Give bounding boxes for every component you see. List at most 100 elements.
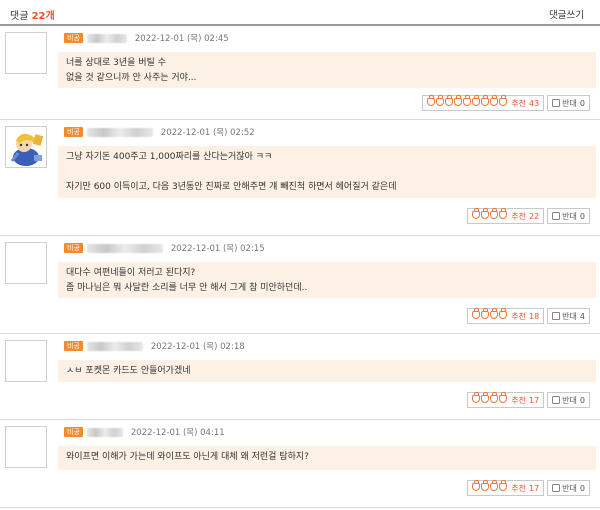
thumbs-down-icon bbox=[552, 396, 561, 404]
oppose-button[interactable]: 반대 0 bbox=[547, 95, 590, 111]
recommend-icon bbox=[481, 392, 490, 403]
oppose-count: 0 bbox=[579, 483, 585, 493]
recommend-icons bbox=[472, 392, 508, 405]
avatar[interactable] bbox=[5, 426, 47, 468]
oppose-label: 반대 bbox=[562, 311, 577, 321]
recommend-icons bbox=[472, 308, 508, 321]
recommend-icon bbox=[499, 392, 508, 403]
recommend-count: 43 bbox=[528, 98, 540, 108]
recommend-icon bbox=[472, 480, 481, 491]
comment-meta: 비공 2022-12-01 (목) 02:52 bbox=[64, 126, 255, 138]
comment-item: 비공 2022-12-01 (목) 02:15 대다수 여편네들이 저러고 된다지… bbox=[0, 236, 600, 334]
blurred-username[interactable] bbox=[86, 127, 153, 137]
comments-header: 댓글 22개 댓글쓰기 bbox=[0, 0, 600, 26]
recommend-icon bbox=[472, 392, 481, 403]
recommend-button[interactable]: 추천 17 bbox=[467, 392, 545, 408]
level-badge: 비공 bbox=[64, 427, 83, 437]
oppose-button[interactable]: 반대 0 bbox=[547, 392, 590, 408]
comment-body: 대다수 여편네들이 저러고 된다지? 좀 마나님은 뭐 사달란 소리를 너무 안… bbox=[58, 262, 596, 298]
comment-meta: 비공 2022-12-01 (목) 04:11 bbox=[64, 426, 225, 438]
write-comment-button[interactable]: 댓글쓰기 bbox=[549, 7, 584, 21]
comment-body: 너를 상대로 3년을 버틸 수 없을 것 같으니까 안 사주는 거야... bbox=[58, 52, 596, 88]
recommend-label: 추천 bbox=[511, 483, 526, 493]
recommend-label: 추천 bbox=[511, 211, 526, 221]
recommend-count: 17 bbox=[528, 483, 540, 493]
comment-meta: 비공 2022-12-01 (목) 02:45 bbox=[64, 32, 229, 44]
recommend-button[interactable]: 추천 43 bbox=[422, 95, 545, 111]
comment-item: 비공 2022-12-01 (목) 04:11 와이프면 이해가 가는데 와이프도… bbox=[0, 420, 600, 508]
comment-text-line: 자기만 600 이득이고, 다음 3년동안 진짜로 안해주면 걔 빼진척 하면서… bbox=[66, 182, 397, 192]
recommend-icon bbox=[445, 95, 454, 106]
avatar[interactable] bbox=[5, 126, 47, 168]
recommend-icon bbox=[472, 95, 481, 106]
level-badge: 비공 bbox=[64, 127, 83, 137]
oppose-label: 반대 bbox=[562, 211, 577, 221]
comment-date: 2022-12-01 (목) 02:45 bbox=[134, 34, 229, 44]
blurred-username[interactable] bbox=[86, 427, 123, 437]
recommend-count: 17 bbox=[528, 395, 540, 405]
comment-count: 22개 bbox=[31, 11, 55, 22]
level-badge: 비공 bbox=[64, 341, 83, 351]
comment-actions: 추천 43 반대 0 bbox=[422, 95, 590, 111]
blurred-username[interactable] bbox=[86, 341, 143, 351]
oppose-label: 반대 bbox=[562, 98, 577, 108]
oppose-label: 반대 bbox=[562, 395, 577, 405]
recommend-icon bbox=[499, 308, 508, 319]
comment-count-title: 댓글 22개 bbox=[10, 7, 55, 22]
blurred-username[interactable] bbox=[86, 33, 127, 43]
avatar[interactable] bbox=[5, 32, 47, 74]
recommend-icon bbox=[436, 95, 445, 106]
recommend-label: 추천 bbox=[511, 395, 526, 405]
character-avatar-icon bbox=[6, 127, 46, 167]
comments-label: 댓글 bbox=[10, 11, 29, 22]
recommend-icon bbox=[481, 208, 490, 219]
recommend-icon bbox=[463, 95, 472, 106]
oppose-count: 4 bbox=[579, 311, 585, 321]
thumbs-down-icon bbox=[552, 99, 561, 107]
recommend-count: 22 bbox=[528, 211, 540, 221]
comment-text-line: 대다수 여편네들이 저러고 된다지? bbox=[66, 268, 196, 278]
recommend-icon bbox=[454, 95, 463, 106]
recommend-icon bbox=[490, 480, 499, 491]
comment-text-line: 너를 상대로 3년을 버틸 수 bbox=[66, 58, 166, 68]
oppose-button[interactable]: 반대 4 bbox=[547, 308, 590, 324]
avatar[interactable] bbox=[5, 242, 47, 284]
oppose-label: 반대 bbox=[562, 483, 577, 493]
recommend-button[interactable]: 추천 18 bbox=[467, 308, 545, 324]
oppose-count: 0 bbox=[579, 395, 585, 405]
thumbs-down-icon bbox=[552, 312, 561, 320]
comment-text-line: ㅅㅂ 포켓몬 카드도 안들어가겠네 bbox=[66, 366, 191, 376]
comment-text-line: 없을 것 같으니까 안 사주는 거야... bbox=[66, 73, 197, 83]
recommend-icon bbox=[472, 308, 481, 319]
recommend-icon bbox=[499, 480, 508, 491]
comment-meta: 비공 2022-12-01 (목) 02:15 bbox=[64, 242, 265, 254]
oppose-button[interactable]: 반대 0 bbox=[547, 480, 590, 496]
recommend-icons bbox=[427, 95, 508, 108]
recommend-icon bbox=[490, 95, 499, 106]
recommend-icon bbox=[499, 95, 508, 106]
recommend-label: 추천 bbox=[511, 98, 526, 108]
recommend-button[interactable]: 추천 17 bbox=[467, 480, 545, 496]
comment-date: 2022-12-01 (목) 02:18 bbox=[150, 342, 245, 352]
recommend-button[interactable]: 추천 22 bbox=[467, 208, 545, 224]
recommend-icon bbox=[481, 95, 490, 106]
oppose-count: 0 bbox=[579, 211, 585, 221]
comment-actions: 추천 22 반대 0 bbox=[467, 208, 590, 224]
comment-text-line: 와이프면 이해가 가는데 와이프도 아닌게 대체 왜 저런걸 탐하지? bbox=[66, 452, 309, 462]
recommend-icon bbox=[481, 480, 490, 491]
avatar[interactable] bbox=[5, 340, 47, 382]
level-badge: 비공 bbox=[64, 243, 83, 253]
oppose-count: 0 bbox=[579, 98, 585, 108]
recommend-icons bbox=[472, 208, 508, 221]
comment-body: ㅅㅂ 포켓몬 카드도 안들어가겠네 bbox=[58, 360, 596, 382]
comment-item: 비공 2022-12-01 (목) 02:52 그냥 자기돈 400주고 1,00… bbox=[0, 120, 600, 236]
comment-date: 2022-12-01 (목) 02:52 bbox=[160, 128, 255, 138]
oppose-button[interactable]: 반대 0 bbox=[547, 208, 590, 224]
blurred-username[interactable] bbox=[86, 243, 163, 253]
recommend-icon bbox=[427, 95, 436, 106]
comment-body: 그냥 자기돈 400주고 1,000짜리를 산다는거잖아 ㅋㅋ 자기만 600 … bbox=[58, 146, 596, 198]
comment-text-line bbox=[66, 165, 588, 180]
recommend-icons bbox=[472, 480, 508, 493]
comment-meta: 비공 2022-12-01 (목) 02:18 bbox=[64, 340, 245, 352]
thumbs-down-icon bbox=[552, 484, 561, 492]
